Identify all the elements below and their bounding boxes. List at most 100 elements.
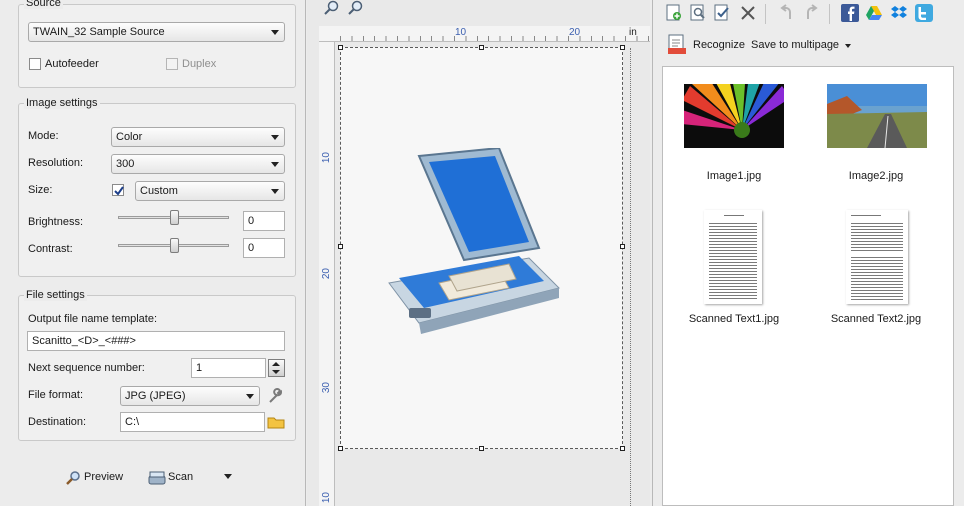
crop-handle[interactable] [479,446,484,451]
toolbar-divider [829,4,830,24]
crop-handle[interactable] [338,446,343,451]
recognize-button[interactable]: Recognize [667,34,747,56]
brightness-slider-thumb[interactable] [170,210,179,225]
ruler-guide [630,48,631,506]
check-icon [114,186,124,196]
scan-preview-page[interactable] [340,47,623,449]
select-image-button[interactable] [713,4,731,22]
find-image-button[interactable] [689,4,707,22]
crop-handle[interactable] [338,244,343,249]
vertical-ruler: 10 20 30 10 [319,42,335,506]
preview-button[interactable]: Preview [60,468,130,488]
autofeeder-checkbox[interactable] [29,58,41,70]
scan-button[interactable]: Scan [146,468,206,488]
facebook-share-button[interactable] [841,4,859,22]
settings-panel: Source TWAIN_32 Sample Source Autofeeder… [0,0,306,506]
scanner-select-value: TWAIN_32 Sample Source [33,26,165,38]
template-label: Output file name template: [28,313,158,325]
recognize-label: Recognize [693,39,745,51]
destination-input[interactable]: C:\ [120,412,265,432]
thumbnail-scanned-text2[interactable] [846,210,908,304]
template-input[interactable]: Scanitto_<D>_<###> [27,331,285,351]
preview-label: Preview [84,471,124,483]
scan-label: Scan [168,471,194,483]
facebook-icon [848,6,855,21]
scanner-select[interactable]: TWAIN_32 Sample Source [28,22,285,42]
mode-select[interactable]: Color [111,127,285,147]
size-checkbox[interactable] [112,184,124,196]
sequence-label: Next sequence number: [28,362,145,374]
chevron-down-icon [271,189,279,194]
duplex-label: Duplex [182,58,217,70]
sequence-input[interactable]: 1 [191,358,266,378]
contrast-slider-thumb[interactable] [170,238,179,253]
google-drive-button[interactable] [865,4,883,22]
format-label: File format: [28,389,84,401]
thumbnail-caption: Scanned Text2.jpg [830,313,922,325]
search-document-icon [690,4,705,21]
thumbnail-caption: Image2.jpg [848,170,904,182]
redo-icon [807,4,818,19]
size-label: Size: [28,184,53,196]
add-image-icon [666,4,681,21]
zoom-in-icon [324,0,339,15]
mode-label: Mode: [28,130,59,142]
source-group [18,4,296,88]
thumbnail-scanned-text1[interactable] [704,210,762,304]
save-multipage-button[interactable]: Save to multipage [751,38,855,54]
resolution-select[interactable]: 300 [111,154,285,174]
crop-handle[interactable] [620,446,625,451]
thumbnail-caption: Scanned Text1.jpg [688,313,780,325]
ocr-document-icon [668,34,686,54]
redo-button[interactable] [802,4,820,22]
crop-handle[interactable] [479,45,484,50]
delete-button[interactable] [739,4,757,22]
text-lines [709,222,757,300]
zoom-out-icon [348,0,363,15]
size-select[interactable]: Custom [135,181,285,201]
dropbox-button[interactable] [890,4,908,22]
stepper-arrows-icon [272,362,280,374]
mode-select-value: Color [116,131,143,143]
undo-icon [780,4,791,19]
chevron-down-icon [271,30,279,35]
twitter-share-button[interactable] [915,4,933,22]
toolbar-divider [765,4,766,24]
sequence-stepper[interactable] [268,359,285,377]
brightness-value-field[interactable]: 0 [243,211,285,231]
crop-handle[interactable] [338,45,343,50]
resolution-label: Resolution: [28,157,84,169]
browse-folder-button[interactable] [267,414,285,430]
file-settings-title: File settings [24,289,87,301]
format-settings-button[interactable] [266,387,284,405]
undo-button[interactable] [778,4,796,22]
chevron-down-icon [246,394,254,399]
ruler-tick-label: 20 [321,268,332,280]
scanner-illustration [388,148,560,334]
ruler-tick-label: 30 [321,382,332,394]
crop-handle[interactable] [620,244,625,249]
contrast-value-field[interactable]: 0 [243,238,285,258]
contrast-label: Contrast: [28,243,73,255]
ruler-tick-label: 10 [321,152,332,164]
zoom-out-button[interactable] [347,0,365,16]
google-drive-icon [866,6,882,20]
image-settings-title: Image settings [24,97,100,109]
zoom-in-button[interactable] [323,0,341,16]
wrench-icon [269,388,282,403]
thumbnail-image2[interactable] [827,84,927,148]
thumbnail-image1[interactable] [684,84,784,148]
add-image-button[interactable] [665,4,683,22]
format-select-value: JPG (JPEG) [125,390,186,402]
scan-options-dropdown[interactable] [224,474,232,479]
magnifier-icon [66,471,80,485]
format-select[interactable]: JPG (JPEG) [120,386,260,406]
save-multipage-label: Save to multipage [751,39,840,51]
duplex-checkbox[interactable] [166,58,178,70]
horizontal-ruler: 10 20 in [319,26,650,42]
text-lines [851,256,903,300]
size-select-value: Custom [140,185,178,197]
source-group-title: Source [24,0,63,9]
close-icon [741,6,755,20]
crop-handle[interactable] [620,45,625,50]
